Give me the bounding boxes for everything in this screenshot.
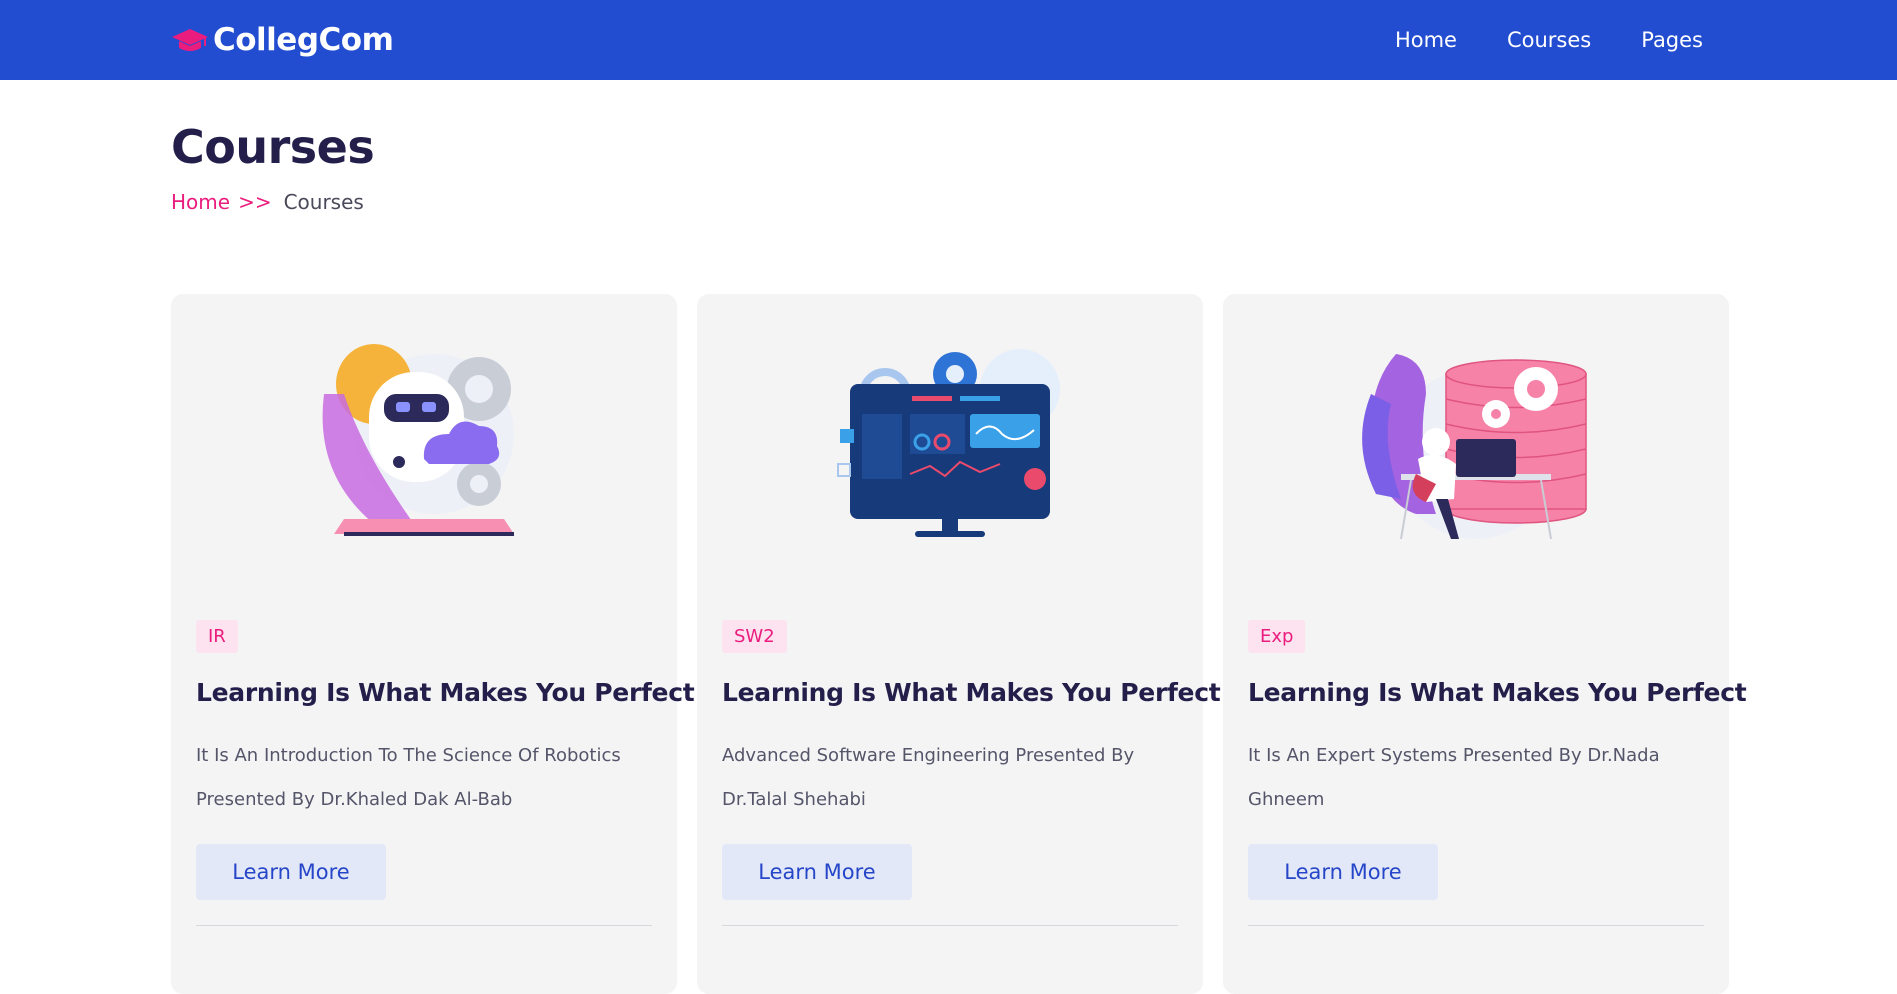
card-divider — [196, 925, 652, 926]
course-card: Exp Learning Is What Makes You Perfect I… — [1223, 294, 1747, 994]
course-tag: IR — [196, 620, 238, 653]
brand-logo[interactable]: CollegCom — [171, 0, 394, 80]
breadcrumb-current: Courses — [283, 190, 364, 214]
course-description: It Is An Expert Systems Presented By Dr.… — [1248, 734, 1708, 822]
course-title[interactable]: Learning Is What Makes You Perfect — [1248, 678, 1747, 707]
course-cards: IR Learning Is What Makes You Perfect It… — [171, 294, 1747, 994]
top-navbar: CollegCom Home Courses Pages — [0, 0, 1897, 80]
card-divider — [722, 925, 1178, 926]
brand-name: CollegCom — [213, 22, 394, 58]
course-description: Advanced Software Engineering Presented … — [722, 734, 1182, 822]
course-description-line: Dr.Talal Shehabi — [722, 789, 866, 810]
nav-courses[interactable]: Courses — [1507, 28, 1591, 52]
course-description-line: Advanced Software Engineering Presented … — [722, 745, 1135, 766]
nav-pages[interactable]: Pages — [1641, 28, 1703, 52]
dashboard-monitor-illustration — [697, 334, 1203, 537]
learn-more-button[interactable]: Learn More — [196, 844, 386, 900]
learn-more-button[interactable]: Learn More — [722, 844, 912, 900]
page-header: Courses Home >> Courses — [171, 120, 375, 214]
course-title[interactable]: Learning Is What Makes You Perfect — [722, 678, 1221, 707]
breadcrumb-separator: >> — [238, 190, 272, 214]
course-description: It Is An Introduction To The Science Of … — [196, 734, 656, 822]
page-title: Courses — [171, 120, 375, 174]
breadcrumb: Home >> Courses — [171, 190, 374, 214]
learn-more-button[interactable]: Learn More — [1248, 844, 1438, 900]
course-tag: SW2 — [722, 620, 787, 653]
course-card: IR Learning Is What Makes You Perfect It… — [171, 294, 695, 994]
course-card: SW2 Learning Is What Makes You Perfect A… — [697, 294, 1221, 994]
database-illustration — [1223, 334, 1729, 540]
course-description-line: It Is An Introduction To The Science Of … — [196, 745, 621, 766]
main-nav: Home Courses Pages — [1395, 0, 1703, 80]
graduation-cap-icon — [172, 29, 208, 51]
breadcrumb-home-link[interactable]: Home — [171, 190, 230, 214]
course-tag: Exp — [1248, 620, 1306, 653]
course-description-line: Presented By Dr.Khaled Dak Al-Bab — [196, 789, 513, 810]
robot-illustration — [171, 334, 677, 536]
card-divider — [1248, 925, 1704, 926]
course-title[interactable]: Learning Is What Makes You Perfect — [196, 678, 695, 707]
course-description-line: It Is An Expert Systems Presented By Dr.… — [1248, 745, 1660, 766]
course-description-line: Ghneem — [1248, 789, 1325, 810]
nav-home[interactable]: Home — [1395, 28, 1457, 52]
